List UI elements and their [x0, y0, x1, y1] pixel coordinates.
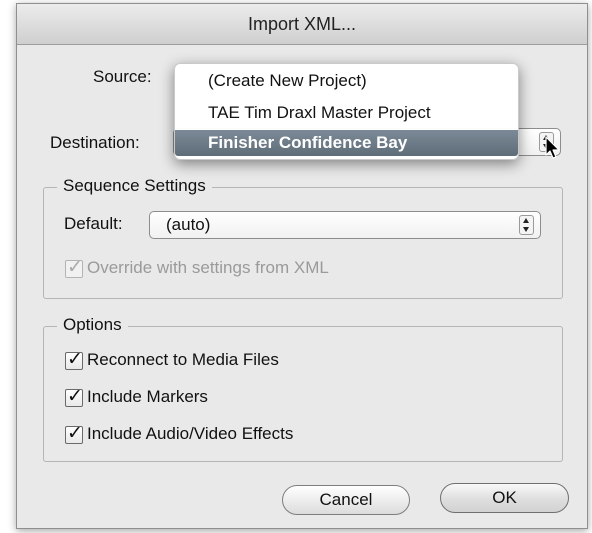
- sequence-settings-title: Sequence Settings: [57, 176, 212, 196]
- default-sequence-popup[interactable]: (auto): [149, 211, 541, 239]
- menu-item-tae-master-project[interactable]: TAE Tim Draxl Master Project: [175, 100, 518, 126]
- include-markers-checkbox-row[interactable]: ✓ Include Markers: [65, 386, 365, 409]
- menu-item-label: TAE Tim Draxl Master Project: [208, 103, 431, 122]
- destination-label: Destination:: [50, 133, 140, 152]
- checkmark-icon: ✓: [67, 349, 83, 370]
- default-sequence-value: (auto): [166, 215, 211, 234]
- cancel-button[interactable]: Cancel: [282, 485, 410, 515]
- override-xml-label: Override with settings from XML: [87, 258, 329, 277]
- menu-item-label: Finisher Confidence Bay: [208, 133, 408, 152]
- reconnect-media-label[interactable]: Reconnect to Media Files: [87, 350, 279, 370]
- reconnect-media-checkbox[interactable]: ✓: [65, 349, 83, 370]
- popup-arrows-icon: [519, 215, 534, 235]
- menu-item-finisher-confidence-bay[interactable]: Finisher Confidence Bay: [175, 130, 518, 156]
- override-xml-checkbox-row: ✓ Override with settings from XML: [65, 257, 385, 280]
- checkmark-icon: ✓: [67, 423, 83, 444]
- title-bar[interactable]: Import XML...: [17, 4, 587, 45]
- reconnect-media-checkbox-row[interactable]: ✓ Reconnect to Media Files: [65, 349, 365, 372]
- checkmark-icon: ✓: [67, 386, 83, 407]
- default-label: Default:: [64, 214, 123, 233]
- sequence-settings-group: [43, 187, 563, 299]
- include-av-effects-label[interactable]: Include Audio/Video Effects: [87, 424, 293, 444]
- override-xml-checkbox: ✓: [65, 257, 83, 278]
- include-markers-label[interactable]: Include Markers: [87, 387, 208, 407]
- mouse-pointer-icon: [545, 136, 560, 159]
- ok-button[interactable]: OK: [440, 483, 569, 513]
- include-markers-checkbox[interactable]: ✓: [65, 386, 83, 407]
- menu-item-label: (Create New Project): [208, 71, 367, 90]
- menu-item-create-new-project[interactable]: (Create New Project): [175, 68, 518, 94]
- checkmark-icon: ✓: [67, 257, 83, 278]
- include-av-effects-checkbox[interactable]: ✓: [65, 423, 83, 444]
- source-label: Source:: [93, 67, 152, 86]
- destination-dropdown-menu: (Create New Project) TAE Tim Draxl Maste…: [174, 63, 519, 160]
- dialog-title: Import XML...: [247, 14, 357, 34]
- include-av-effects-checkbox-row[interactable]: ✓ Include Audio/Video Effects: [65, 423, 365, 446]
- options-title: Options: [57, 315, 128, 335]
